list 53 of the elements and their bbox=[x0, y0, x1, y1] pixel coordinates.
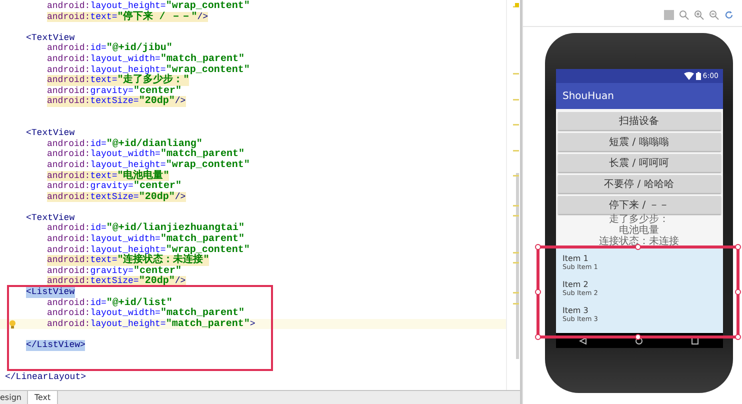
code-text: android:id="@+id/list" bbox=[47, 298, 172, 308]
code-text: <ListView bbox=[26, 287, 75, 298]
code-text: android:textSize="20dp"/> bbox=[47, 96, 186, 107]
app-button[interactable]: 长震 / 呵呵呵 bbox=[558, 154, 720, 172]
app-title: ShouHuan bbox=[556, 83, 722, 109]
code-text: android:layout_width="match_parent" bbox=[47, 54, 244, 65]
editor-tab[interactable]: esign bbox=[0, 391, 28, 404]
status-text: 走了多少步： bbox=[608, 214, 670, 225]
selection-frame[interactable] bbox=[535, 244, 741, 340]
code-text: android:id="@+id/jibu" bbox=[47, 43, 172, 54]
code-text: android:text="停下来 / －－"/> bbox=[47, 12, 208, 22]
code-text: </ListView> bbox=[26, 340, 86, 351]
lightbulb-icon[interactable] bbox=[9, 320, 16, 329]
app-button[interactable]: 停下来 / －－ bbox=[558, 196, 720, 214]
list-item-title[interactable]: Item 3 bbox=[562, 306, 722, 314]
code-text: android:textSize="20dp"/> bbox=[47, 192, 186, 202]
code-text: android:layout_height="wrap_content" bbox=[47, 244, 250, 256]
app-button[interactable]: 不要停 / 哈哈哈 bbox=[558, 175, 720, 193]
code-text: android:gravity="center" bbox=[47, 181, 182, 192]
app-button[interactable]: 短震 / 嗡嗡嗡 bbox=[558, 133, 720, 151]
code-text: android:text="电池电量" bbox=[47, 170, 170, 182]
code-text: android:gravity="center" bbox=[47, 86, 182, 96]
editor-tab[interactable]: Text bbox=[27, 391, 58, 404]
code-text: android:layout_width="match_parent" bbox=[47, 149, 244, 160]
home-icon[interactable] bbox=[634, 336, 643, 344]
code-text: android:text="走了多少步：" bbox=[47, 75, 190, 86]
back-icon[interactable] bbox=[579, 336, 588, 344]
list-item-title[interactable]: Item 1 bbox=[562, 254, 722, 262]
code-text: <TextView bbox=[26, 212, 75, 224]
status-text: 电池电量 bbox=[619, 225, 659, 236]
code-text: android:gravity="center" bbox=[47, 266, 182, 276]
code-text: <TextView bbox=[26, 32, 75, 44]
zoom-icon[interactable] bbox=[679, 10, 689, 20]
code-text: android:layout_height="match_parent"> bbox=[47, 318, 256, 330]
code-text: <TextView bbox=[26, 128, 75, 139]
code-text: android:layout_height="wrap_content" bbox=[47, 160, 250, 170]
code-text: android:text="连接状态：未连接" bbox=[47, 255, 210, 266]
zoom-in-icon[interactable] bbox=[694, 10, 704, 20]
refresh-icon[interactable] bbox=[724, 10, 734, 20]
list-item-title[interactable]: Item 2 bbox=[562, 280, 722, 288]
app-button[interactable]: 扫描设备 bbox=[558, 112, 720, 130]
code-text: android:layout_height="wrap_content" bbox=[47, 64, 250, 76]
code-text: android:layout_width="match_parent" bbox=[47, 234, 244, 245]
wifi-icon bbox=[684, 72, 694, 80]
recents-icon[interactable] bbox=[690, 336, 699, 344]
zoom-out-icon[interactable] bbox=[709, 10, 719, 20]
battery-icon bbox=[696, 72, 701, 80]
code-text: android:layout_height="wrap_content" bbox=[47, 1, 250, 12]
code-text: android:id="@+id/lianjiezhuangtai" bbox=[47, 223, 244, 234]
code-text: android:layout_width="match_parent" bbox=[47, 308, 244, 319]
code-text: </LinearLayout> bbox=[5, 372, 86, 382]
code-text: android:id="@+id/dianliang" bbox=[47, 138, 202, 150]
status-text: 连接状态：未连接 bbox=[598, 236, 680, 247]
